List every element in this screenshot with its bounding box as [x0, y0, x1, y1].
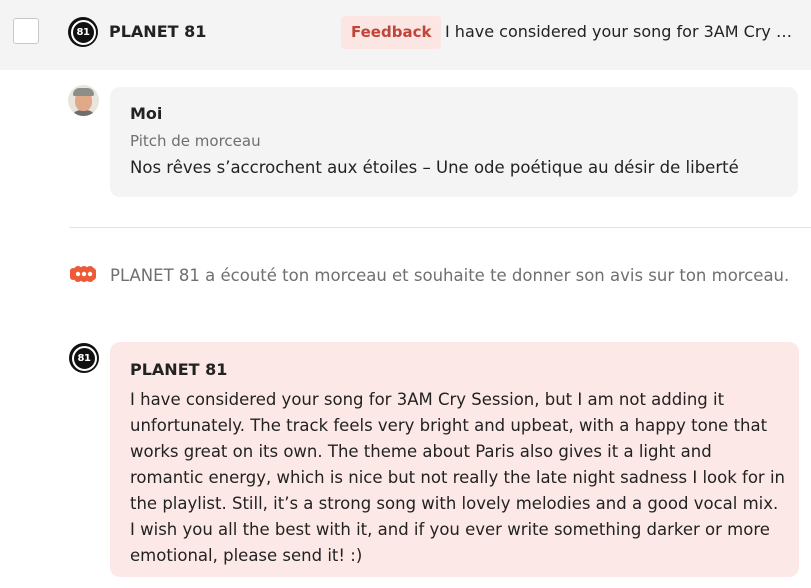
pitch-card[interactable]: Moi Pitch de morceau Nos rêves s’accroch…: [110, 87, 798, 197]
event-notification-text: PLANET 81 a écouté ton morceau et souhai…: [110, 266, 790, 285]
planet-81-logo: 81: [69, 343, 99, 373]
brand-waves-icon: [70, 266, 96, 282]
header-message-preview: I have considered your song for 3AM Cry …: [445, 22, 797, 41]
header-sender-name: PLANET 81: [109, 22, 207, 41]
pitch-sender: Moi: [130, 104, 163, 123]
planet-81-logo: 81: [68, 17, 98, 47]
feedback-message-card: PLANET 81 I have considered your song fo…: [110, 342, 799, 577]
select-checkbox[interactable]: [13, 18, 39, 44]
feedback-badge: Feedback: [341, 16, 442, 49]
pitch-song-title[interactable]: Nos rêves s’accrochent aux étoiles – Une…: [130, 158, 740, 177]
message-body: I have considered your song for 3AM Cry …: [130, 390, 785, 565]
logo-text: 81: [71, 345, 97, 371]
pitch-type-label: Pitch de morceau: [130, 132, 261, 150]
message-sender: PLANET 81: [130, 360, 228, 379]
conversation-header[interactable]: 81 PLANET 81 Feedback I have considered …: [0, 0, 811, 70]
logo-text: 81: [70, 19, 96, 45]
divider: [69, 227, 811, 228]
user-avatar: [68, 85, 99, 116]
